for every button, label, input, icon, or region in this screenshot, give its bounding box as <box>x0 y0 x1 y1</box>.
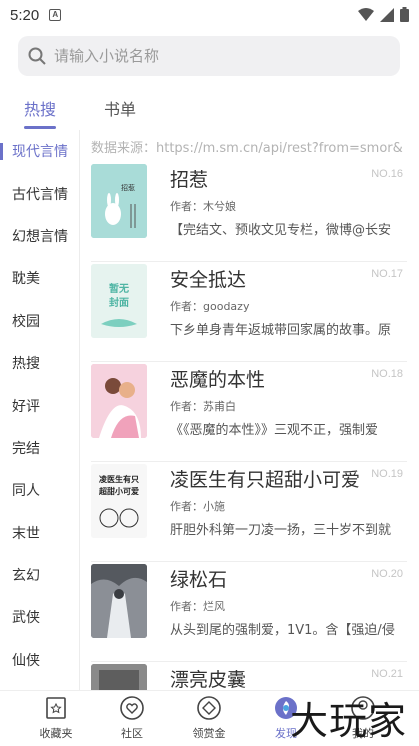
sidebar-item-fanfic[interactable]: 同人 <box>0 469 79 511</box>
book-rank: NO.16 <box>371 168 403 180</box>
book-rank: NO.20 <box>371 568 403 580</box>
book-item[interactable]: 凌医生有只 超甜小可爱 凌医生有只超甜小可爱 NO.19 作者：小施 肝胆外科第… <box>91 462 407 562</box>
book-item[interactable]: 漂亮皮囊 NO.21 <box>91 662 407 690</box>
nav-label: 收藏夹 <box>39 727 73 740</box>
sidebar-item-danmei[interactable]: 耽美 <box>0 257 79 299</box>
sidebar-item-good-reviews[interactable]: 好评 <box>0 384 79 426</box>
book-cover: 暂无 封面 <box>91 264 147 338</box>
book-item[interactable]: 恶魔的本性 NO.18 作者：苏甫白 《《恶魔的本性》》三观不正，强制爱 <box>91 362 407 462</box>
svg-text:超甜小可爱: 超甜小可爱 <box>98 486 139 496</box>
sidebar-item-campus[interactable]: 校园 <box>0 300 79 342</box>
book-item[interactable]: 招惹 招惹 NO.16 作者：木兮娘 【完结文、预收文见专栏，微博@长安 <box>91 162 407 262</box>
svg-text:凌医生有只: 凌医生有只 <box>99 474 139 484</box>
book-rank: NO.19 <box>371 468 403 480</box>
nav-label: 社区 <box>121 727 143 740</box>
book-cover <box>91 664 147 690</box>
bookmark-icon <box>46 697 66 719</box>
diamond-icon <box>197 696 221 720</box>
search-icon <box>28 47 46 65</box>
status-time: 5:20 <box>10 6 40 24</box>
book-cover: 招惹 <box>91 164 147 238</box>
book-item[interactable]: 暂无 封面 安全抵达 NO.17 作者：goodazy 下乡单身青年返城带回家属… <box>91 262 407 362</box>
book-title: 漂亮皮囊 <box>170 669 247 690</box>
book-author: 作者：烂风 <box>170 600 225 613</box>
book-rank: NO.21 <box>371 668 403 680</box>
data-source-text: 数据来源：https://m.sm.cn/api/rest?from=smor& <box>91 141 403 156</box>
sidebar-item-completed[interactable]: 完结 <box>0 427 79 469</box>
book-description: 【完结文、预收文见专栏，微博@长安 <box>170 223 392 238</box>
sidebar-item-hot[interactable]: 热搜 <box>0 342 79 384</box>
book-title: 安全抵达 <box>170 269 247 291</box>
book-title: 恶魔的本性 <box>170 369 266 391</box>
svg-text:封面: 封面 <box>109 296 129 309</box>
nav-label: 领赏金 <box>192 727 226 740</box>
nav-rewards[interactable]: 领赏金 <box>179 695 239 741</box>
book-item[interactable]: 绿松石 NO.20 作者：烂风 从头到尾的强制爱，1V1。含【强迫/侵 <box>91 562 407 662</box>
category-sidebar: 现代言情 古代言情 幻想言情 耽美 校园 热搜 好评 完结 同人 末世 玄幻 武… <box>0 130 80 690</box>
notification-icon: A <box>49 9 62 21</box>
signal-icon <box>380 7 394 22</box>
book-cover <box>91 564 147 638</box>
book-description: 下乡单身青年返城带回家属的故事。原 <box>170 323 392 338</box>
book-description: 《《恶魔的本性》》三观不正，强制爱 <box>170 423 379 438</box>
sidebar-item-xianxia[interactable]: 仙侠 <box>0 639 79 681</box>
sidebar-item-modern-romance[interactable]: 现代言情 <box>0 130 79 172</box>
header <box>0 30 419 84</box>
sidebar-item-wuxia[interactable]: 武侠 <box>0 596 79 638</box>
tab-underline <box>24 126 56 129</box>
status-icons <box>358 7 409 22</box>
book-title: 招惹 <box>170 169 209 191</box>
book-cover: 凌医生有只 超甜小可爱 <box>91 464 147 538</box>
book-cover <box>91 364 147 438</box>
svg-text:暂无: 暂无 <box>109 282 129 295</box>
search-box[interactable] <box>18 36 400 76</box>
book-rank: NO.18 <box>371 368 403 380</box>
cover-title: 招惹 <box>121 183 135 192</box>
heart-chat-icon <box>120 696 144 720</box>
battery-icon <box>400 7 409 22</box>
sidebar-item-apocalypse[interactable]: 末世 <box>0 512 79 554</box>
book-description: 从头到尾的强制爱，1V1。含【强迫/侵 <box>170 623 395 638</box>
book-author: 作者：木兮娘 <box>170 200 236 213</box>
book-author: 作者：苏甫白 <box>170 400 236 413</box>
tab-hot[interactable]: 热搜 <box>24 96 56 120</box>
nav-community[interactable]: 社区 <box>102 695 162 741</box>
book-title: 凌医生有只超甜小可爱 <box>170 469 361 491</box>
book-list: 数据来源：https://m.sm.cn/api/rest?from=smor&… <box>81 130 419 690</box>
tab-booklist[interactable]: 书单 <box>104 96 136 120</box>
book-title: 绿松石 <box>170 569 228 591</box>
book-description: 肝胆外科第一刀凌一扬，三十岁不到就 <box>170 523 392 538</box>
search-input[interactable] <box>54 47 374 65</box>
top-tabs: 热搜 书单 <box>0 86 419 130</box>
sidebar-item-xuanhuan[interactable]: 玄幻 <box>0 554 79 596</box>
book-author: 作者：小施 <box>170 500 225 513</box>
sidebar-item-ancient-romance[interactable]: 古代言情 <box>0 172 79 214</box>
book-rank: NO.17 <box>371 268 403 280</box>
status-bar: 5:20 A <box>0 0 419 30</box>
sidebar-item-fantasy-romance[interactable]: 幻想言情 <box>0 215 79 257</box>
nav-favorites[interactable]: 收藏夹 <box>26 695 86 741</box>
wifi-icon <box>358 7 374 21</box>
book-author: 作者：goodazy <box>170 300 250 313</box>
watermark-logo: 大玩家 <box>289 699 407 743</box>
